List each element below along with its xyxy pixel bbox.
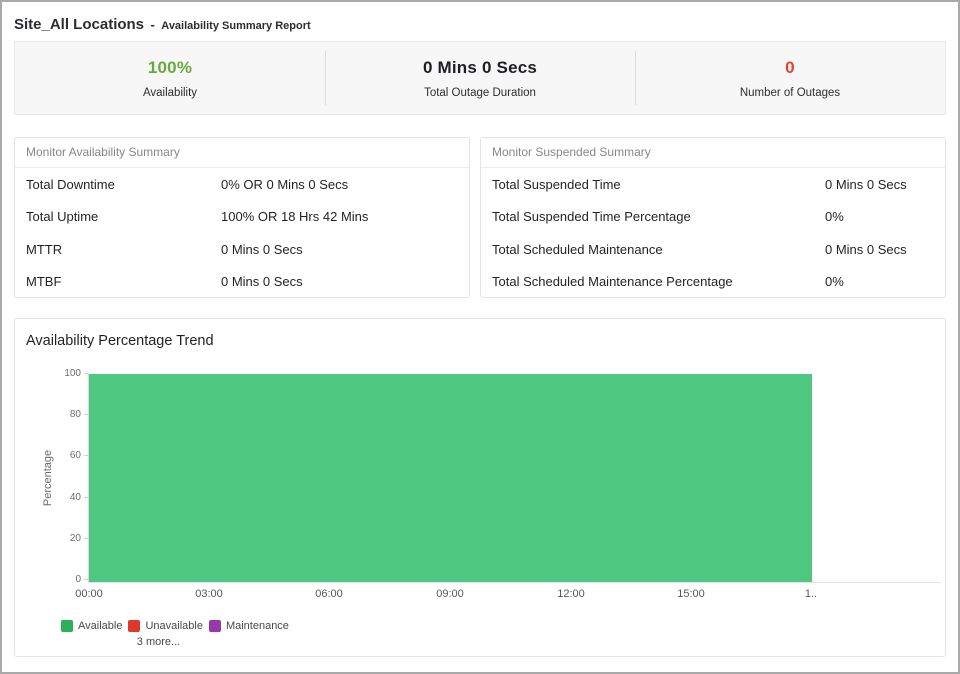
unavailable-swatch-icon [128, 620, 140, 632]
y-tick-80: 80 [43, 409, 81, 421]
legend-item-maintenance[interactable]: Maintenance [209, 620, 289, 632]
row-value-mttr: 0 Mins 0 Secs [221, 242, 458, 257]
maintenance-swatch-icon [209, 620, 221, 632]
outage-count-label: Number of Outages [740, 87, 840, 99]
row-label-scheduled-maintenance: Total Scheduled Maintenance [492, 242, 825, 257]
row-label-scheduled-maintenance-percentage: Total Scheduled Maintenance Percentage [492, 274, 825, 289]
chart-title: Availability Percentage Trend [26, 333, 214, 349]
availability-label: Availability [143, 87, 197, 99]
title-separator: - [150, 17, 154, 32]
row-value-scheduled-maintenance-percentage: 0% [825, 274, 934, 289]
x-tick-1200: 12:00 [557, 588, 585, 600]
row-value-total-downtime: 0% OR 0 Mins 0 Secs [221, 177, 458, 192]
table-row: MTTR 0 Mins 0 Secs [15, 233, 469, 266]
availability-value: 100% [148, 58, 192, 78]
x-tick-0300: 03:00 [195, 588, 223, 600]
row-label-mttr: MTTR [26, 242, 221, 257]
legend-more-link[interactable]: 3 more... [61, 636, 256, 648]
table-row: Total Suspended Time 0 Mins 0 Secs [481, 168, 945, 201]
legend-item-unavailable[interactable]: Unavailable [128, 620, 202, 632]
stat-total-outage-duration: 0 Mins 0 Secs Total Outage Duration [325, 42, 635, 114]
legend-label-available: Available [78, 620, 122, 632]
legend-label-unavailable: Unavailable [145, 620, 202, 632]
outage-duration-label: Total Outage Duration [424, 87, 536, 99]
y-tick-60: 60 [43, 450, 81, 462]
x-tick-1800-truncated: 1.. [805, 588, 817, 600]
outage-count-value: 0 [785, 58, 795, 78]
row-value-suspended-time-percentage: 0% [825, 209, 934, 224]
row-value-mtbf: 0 Mins 0 Secs [221, 274, 458, 289]
x-tick-1500: 15:00 [677, 588, 705, 600]
page-title: Site_All Locations [14, 16, 144, 33]
legend-label-maintenance: Maintenance [226, 620, 289, 632]
stat-availability: 100% Availability [15, 42, 325, 114]
table-row: Total Uptime 100% OR 18 Hrs 42 Mins [15, 201, 469, 234]
summary-stats-bar: 100% Availability 0 Mins 0 Secs Total Ou… [14, 41, 946, 115]
y-tick-20: 20 [43, 533, 81, 545]
row-label-total-suspended-time: Total Suspended Time [492, 177, 825, 192]
table-row: Total Suspended Time Percentage 0% [481, 201, 945, 234]
available-area-series[interactable] [89, 374, 812, 582]
row-value-scheduled-maintenance: 0 Mins 0 Secs [825, 242, 934, 257]
suspended-panel-title: Monitor Suspended Summary [481, 138, 945, 168]
availability-panel-title: Monitor Availability Summary [15, 138, 469, 168]
x-tick-0000: 00:00 [75, 588, 103, 600]
page-subtitle: Availability Summary Report [161, 20, 310, 32]
row-label-total-downtime: Total Downtime [26, 177, 221, 192]
table-row: Total Scheduled Maintenance Percentage 0… [481, 266, 945, 299]
availability-trend-chart-panel: Availability Percentage Trend Percentage… [14, 318, 946, 657]
x-tick-0600: 06:00 [315, 588, 343, 600]
availability-report-page: { "page": { "title": "Site_All Locations… [0, 0, 960, 674]
chart-plot-area[interactable] [89, 374, 941, 582]
row-label-total-uptime: Total Uptime [26, 209, 221, 224]
table-row: MTBF 0 Mins 0 Secs [15, 266, 469, 299]
table-row: Total Scheduled Maintenance 0 Mins 0 Sec… [481, 233, 945, 266]
table-row: Total Downtime 0% OR 0 Mins 0 Secs [15, 168, 469, 201]
monitor-availability-summary-panel: Monitor Availability Summary Total Downt… [14, 137, 470, 298]
row-value-total-suspended-time: 0 Mins 0 Secs [825, 177, 934, 192]
row-value-total-uptime: 100% OR 18 Hrs 42 Mins [221, 209, 458, 224]
chart-legend: Available Unavailable Maintenance [61, 620, 295, 632]
x-axis-line [88, 582, 941, 583]
legend-item-available[interactable]: Available [61, 620, 122, 632]
monitor-suspended-summary-panel: Monitor Suspended Summary Total Suspende… [480, 137, 946, 298]
page-header: Site_All Locations - Availability Summar… [14, 16, 311, 34]
x-tick-0900: 09:00 [436, 588, 464, 600]
y-tick-0: 0 [43, 574, 81, 586]
y-tick-100: 100 [43, 368, 81, 380]
y-tick-40: 40 [43, 492, 81, 504]
stat-number-of-outages: 0 Number of Outages [635, 42, 945, 114]
outage-duration-value: 0 Mins 0 Secs [423, 58, 537, 78]
row-label-suspended-time-percentage: Total Suspended Time Percentage [492, 209, 825, 224]
available-swatch-icon [61, 620, 73, 632]
row-label-mtbf: MTBF [26, 274, 221, 289]
